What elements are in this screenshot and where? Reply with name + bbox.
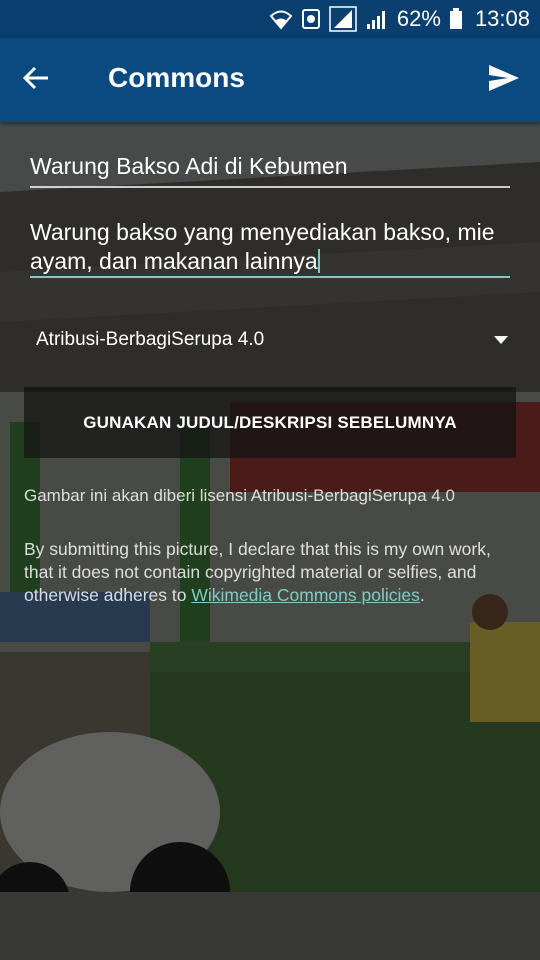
data-sync-icon xyxy=(301,8,321,30)
declaration-end: . xyxy=(419,585,425,605)
clock: 13:08 xyxy=(474,6,530,31)
signal-sim2-icon xyxy=(365,8,389,30)
license-dropdown-value: Atribusi-BerbagiSerupa 4.0 xyxy=(36,329,265,350)
page-title: Commons xyxy=(108,62,245,93)
title-input[interactable]: Warung Bakso Adi di Kebumen xyxy=(30,152,510,188)
text-cursor xyxy=(317,249,320,273)
status-bar: 62% 13:08 xyxy=(0,0,540,38)
dropdown-arrow-icon xyxy=(494,336,508,344)
send-icon xyxy=(488,64,520,97)
upload-form: Warung Bakso Adi di Kebumen Warung bakso… xyxy=(0,122,540,960)
app-toolbar: Commons xyxy=(0,38,540,122)
arrow-back-icon xyxy=(22,66,50,95)
description-input-value: Warung bakso yang menyediakan bakso, mie… xyxy=(30,219,495,274)
send-button[interactable] xyxy=(484,60,524,100)
title-input-value: Warung Bakso Adi di Kebumen xyxy=(30,153,348,179)
declaration-text: By submitting this picture, I declare th… xyxy=(24,538,516,607)
battery-percent: 62% xyxy=(396,6,441,31)
description-input[interactable]: Warung bakso yang menyediakan bakso, mie… xyxy=(30,218,510,278)
wifi-icon xyxy=(269,8,293,30)
battery-icon xyxy=(449,8,463,30)
license-dropdown[interactable]: Atribusi-BerbagiSerupa 4.0 xyxy=(24,318,516,362)
back-button[interactable] xyxy=(16,60,56,100)
license-note: Gambar ini akan diberi lisensi Atribusi-… xyxy=(24,486,455,505)
commons-policies-link[interactable]: Wikimedia Commons policies xyxy=(191,585,420,605)
signal-sim1-icon xyxy=(329,6,357,32)
use-previous-title-description-button[interactable]: GUNAKAN JUDUL/DESKRIPSI SEBELUMNYA xyxy=(24,387,516,458)
